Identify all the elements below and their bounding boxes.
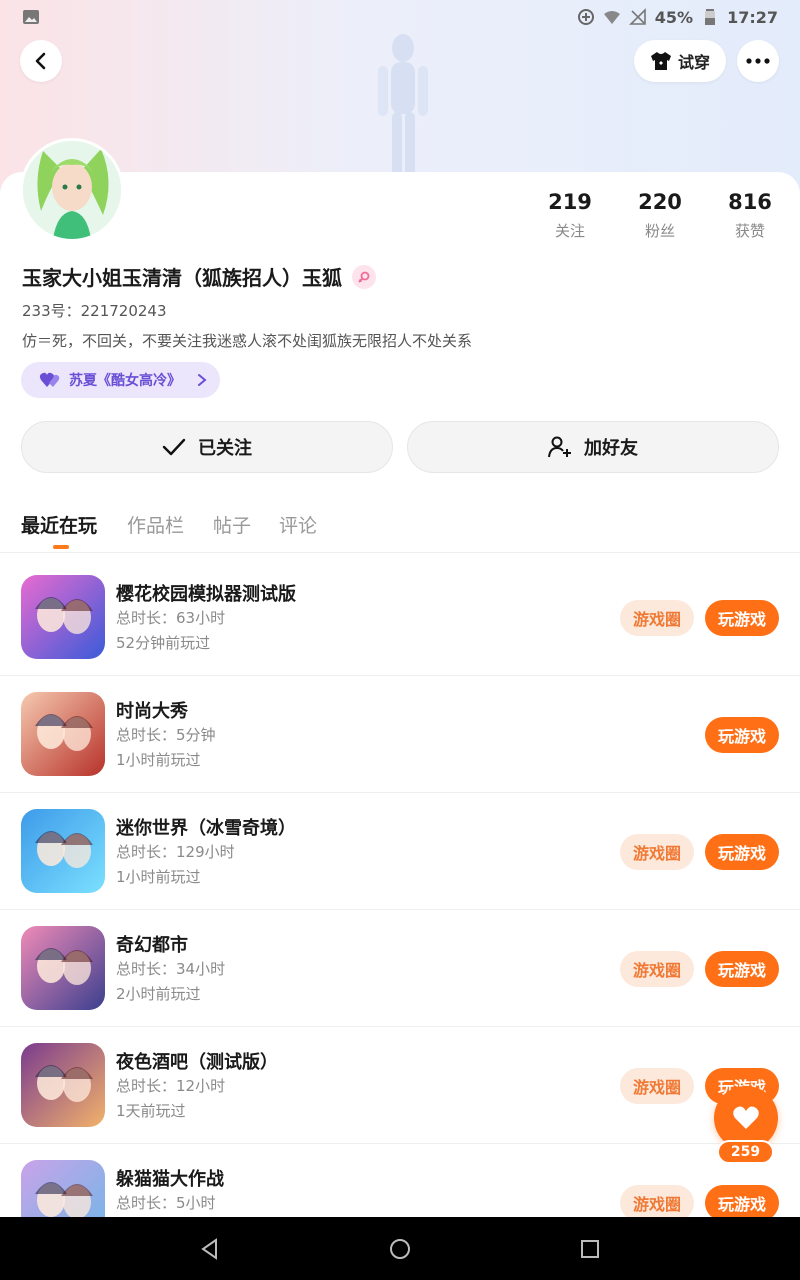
no-signal-icon bbox=[628, 8, 646, 25]
game-row[interactable]: 奇幻都市总时长：34小时 2小时前玩过 游戏圈 玩游戏 bbox=[0, 910, 800, 1027]
active-tab-indicator bbox=[53, 545, 69, 549]
data-saver-icon bbox=[577, 9, 594, 25]
chevron-right-icon bbox=[198, 374, 207, 386]
game-row[interactable]: 夜色酒吧（测试版）总时长：12小时1天前玩过游戏圈玩游戏 bbox=[0, 1027, 800, 1144]
back-button[interactable] bbox=[20, 40, 62, 82]
chevron-left-icon bbox=[35, 52, 46, 70]
female-gender-icon bbox=[352, 264, 376, 289]
tab-posts[interactable]: 帖子 bbox=[213, 511, 251, 538]
game-last-played: 52分钟前玩过 bbox=[116, 634, 211, 652]
game-icon[interactable] bbox=[21, 1043, 105, 1127]
game-play-duration: 总时长：12小时 bbox=[116, 1077, 226, 1095]
game-play-duration: 总时长：34小时 bbox=[116, 960, 226, 978]
game-last-played: 2小时前玩过 bbox=[116, 985, 201, 1003]
add-friend-button[interactable]: 加好友 bbox=[407, 421, 779, 473]
cp-tag-label: 苏夏《酷女高冷》 bbox=[69, 373, 181, 389]
try-on-button[interactable]: 试穿 bbox=[634, 40, 726, 82]
user-id: 233号：221720243 bbox=[22, 302, 167, 320]
more-options-button[interactable] bbox=[737, 40, 779, 82]
followed-button[interactable]: 已关注 bbox=[21, 421, 393, 473]
tab-recently-played[interactable]: 最近在玩 bbox=[21, 511, 97, 538]
game-play-duration: 总时长：129小时 bbox=[116, 843, 235, 861]
profile-tabs: 最近在玩 作品栏 帖子 评论 bbox=[0, 505, 800, 553]
nav-back-icon[interactable] bbox=[198, 1237, 222, 1261]
game-title: 躲猫猫大作战 bbox=[116, 1169, 224, 1190]
game-row[interactable]: 樱花校园模拟器测试版 总时长：63小时 52分钟前玩过 游戏圈 玩游戏 bbox=[0, 559, 800, 676]
nav-home-icon[interactable] bbox=[388, 1237, 412, 1261]
tshirt-icon bbox=[650, 52, 671, 70]
stat-label: 获赞 bbox=[734, 222, 765, 240]
user-bio: 仿＝死，不回关，不要关注我迷惑人滚不处闺狐族无限招人不处关系 bbox=[22, 332, 473, 350]
game-play-duration: 总时长：5小时 bbox=[116, 1194, 216, 1212]
game-row[interactable]: 时尚大秀总时长：5分钟 1小时前玩过 玩游戏 bbox=[0, 676, 800, 793]
play-game-button[interactable]: 玩游戏 bbox=[705, 834, 779, 870]
more-dots-icon bbox=[746, 58, 770, 64]
game-play-duration: 总时长：63小时 bbox=[116, 609, 226, 627]
stat-label: 关注 bbox=[554, 222, 585, 240]
game-circle-button[interactable]: 游戏圈 bbox=[620, 834, 694, 870]
game-last-played: 1小时前玩过 bbox=[116, 751, 201, 769]
game-title: 迷你世界（冰雪奇境） bbox=[116, 818, 296, 839]
game-title: 时尚大秀 bbox=[116, 701, 188, 722]
tab-comments[interactable]: 评论 bbox=[279, 511, 317, 538]
profile-name-row: 玉家大小姐玉清清（狐族招人）玉狐 bbox=[22, 262, 376, 291]
play-game-button[interactable]: 玩游戏 bbox=[705, 951, 779, 987]
add-user-icon bbox=[548, 436, 571, 458]
stat-number: 219 bbox=[548, 190, 592, 214]
stat-following[interactable]: 219 关注 bbox=[525, 190, 615, 241]
battery-icon bbox=[705, 9, 716, 25]
system-navigation-bar bbox=[0, 1217, 800, 1280]
game-circle-button[interactable]: 游戏圈 bbox=[620, 1068, 694, 1104]
heart-icon bbox=[733, 1106, 759, 1129]
avatar[interactable] bbox=[20, 138, 124, 242]
followed-label: 已关注 bbox=[198, 438, 252, 459]
game-last-played: 1天前玩过 bbox=[116, 1102, 186, 1120]
play-game-button[interactable]: 玩游戏 bbox=[705, 600, 779, 636]
game-title: 奇幻都市 bbox=[116, 935, 188, 956]
game-icon[interactable] bbox=[21, 926, 105, 1010]
image-notification-icon bbox=[23, 10, 39, 24]
stat-number: 220 bbox=[638, 190, 682, 214]
checkmark-icon bbox=[162, 438, 186, 456]
game-circle-button[interactable]: 游戏圈 bbox=[620, 600, 694, 636]
wifi-icon bbox=[603, 11, 620, 24]
stat-likes[interactable]: 816 获赞 bbox=[705, 190, 795, 241]
cp-relationship-tag[interactable]: 苏夏《酷女高冷》 bbox=[21, 362, 220, 398]
game-title: 夜色酒吧（测试版） bbox=[116, 1052, 278, 1073]
game-last-played: 1小时前玩过 bbox=[116, 868, 201, 886]
game-circle-button[interactable]: 游戏圈 bbox=[620, 1185, 694, 1221]
add-friend-label: 加好友 bbox=[584, 438, 638, 459]
stat-label: 粉丝 bbox=[644, 222, 675, 240]
profile-name: 玉家大小姐玉清清（狐族招人）玉狐 bbox=[22, 266, 342, 290]
status-bar: 45% 17:27 bbox=[0, 0, 800, 34]
game-icon[interactable] bbox=[21, 692, 105, 776]
stat-number: 816 bbox=[728, 190, 772, 214]
try-on-label: 试穿 bbox=[677, 53, 710, 72]
clock: 17:27 bbox=[727, 7, 778, 27]
avatar-image bbox=[23, 141, 121, 239]
game-title: 樱花校园模拟器测试版 bbox=[116, 584, 296, 605]
battery-percent: 45% bbox=[654, 7, 694, 27]
like-count: 259 bbox=[717, 1140, 774, 1164]
game-play-duration: 总时长：5分钟 bbox=[116, 726, 216, 744]
play-game-button[interactable]: 玩游戏 bbox=[705, 717, 779, 753]
game-circle-button[interactable]: 游戏圈 bbox=[620, 951, 694, 987]
game-icon[interactable] bbox=[21, 575, 105, 659]
double-heart-icon bbox=[39, 372, 60, 387]
game-row[interactable]: 迷你世界（冰雪奇境） 总时长：129小时 1小时前玩过 游戏圈 玩游戏 bbox=[0, 793, 800, 910]
tab-works[interactable]: 作品栏 bbox=[127, 511, 184, 538]
stat-followers[interactable]: 220 粉丝 bbox=[615, 190, 705, 241]
game-icon[interactable] bbox=[21, 809, 105, 893]
nav-recents-icon[interactable] bbox=[578, 1237, 602, 1261]
play-game-button[interactable]: 玩游戏 bbox=[705, 1185, 779, 1221]
